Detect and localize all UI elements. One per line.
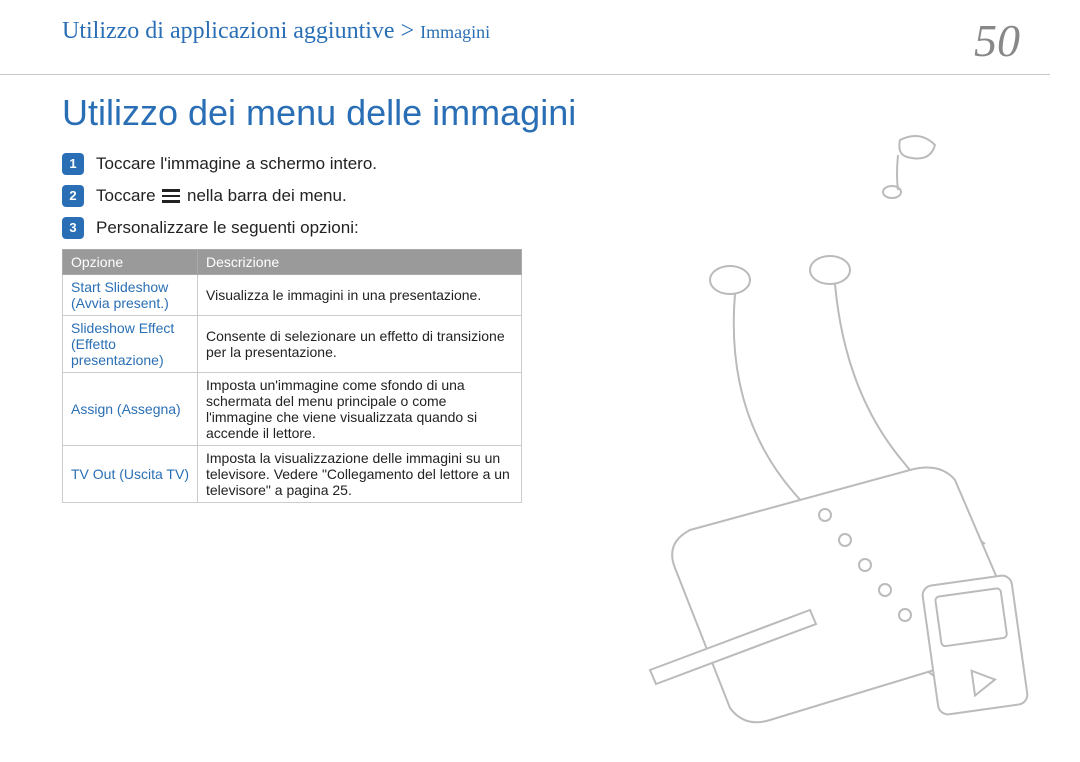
step-badge: 2 <box>62 185 84 207</box>
main-content: Utilizzo dei menu delle immagini 1 Tocca… <box>0 75 580 503</box>
page-number: 50 <box>974 18 1020 64</box>
decorative-illustration <box>600 110 1060 730</box>
option-description: Visualizza le immagini in una presentazi… <box>198 274 522 315</box>
table-row: TV Out (Uscita TV) Imposta la visualizza… <box>63 445 522 502</box>
table-row: Assign (Assegna) Imposta un'immagine com… <box>63 372 522 445</box>
step-badge: 3 <box>62 217 84 239</box>
table-header-option: Opzione <box>63 249 198 274</box>
breadcrumb: Utilizzo di applicazioni aggiuntive > Im… <box>62 18 490 45</box>
menu-icon <box>162 189 180 203</box>
step-item: 3 Personalizzare le seguenti opzioni: <box>62 217 580 239</box>
step-text: Personalizzare le seguenti opzioni: <box>96 218 359 238</box>
option-name: TV Out (Uscita TV) <box>63 445 198 502</box>
option-name: Slideshow Effect (Effetto presentazione) <box>63 315 198 372</box>
table-header-description: Descrizione <box>198 249 522 274</box>
breadcrumb-main: Utilizzo di applicazioni aggiuntive > <box>62 18 420 44</box>
option-name: Start Slideshow (Avvia present.) <box>63 274 198 315</box>
option-description: Consente di selezionare un effetto di tr… <box>198 315 522 372</box>
page-title: Utilizzo dei menu delle immagini <box>62 93 580 133</box>
step-badge: 1 <box>62 153 84 175</box>
breadcrumb-sub: Immagini <box>420 22 490 42</box>
step-text: Toccare l'immagine a schermo intero. <box>96 154 377 174</box>
page-header: Utilizzo di applicazioni aggiuntive > Im… <box>0 0 1050 75</box>
step-item: 1 Toccare l'immagine a schermo intero. <box>62 153 580 175</box>
table-row: Start Slideshow (Avvia present.) Visuali… <box>63 274 522 315</box>
steps-list: 1 Toccare l'immagine a schermo intero. 2… <box>62 153 580 239</box>
option-description: Imposta la visualizzazione delle immagin… <box>198 445 522 502</box>
option-name: Assign (Assegna) <box>63 372 198 445</box>
options-table: Opzione Descrizione Start Slideshow (Avv… <box>62 249 522 503</box>
table-row: Slideshow Effect (Effetto presentazione)… <box>63 315 522 372</box>
step-item: 2 Toccare nella barra dei menu. <box>62 185 580 207</box>
option-description: Imposta un'immagine come sfondo di una s… <box>198 372 522 445</box>
step-text: Toccare nella barra dei menu. <box>96 186 347 206</box>
